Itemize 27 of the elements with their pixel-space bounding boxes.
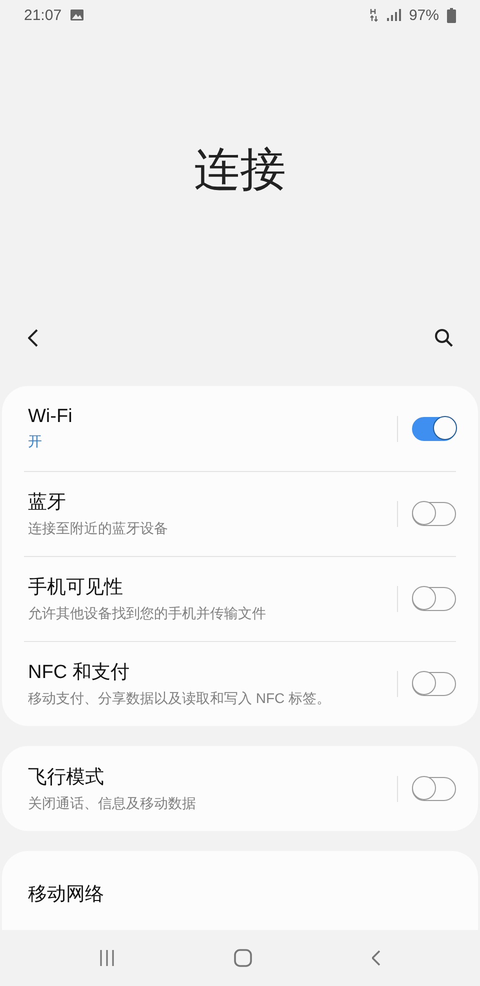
setting-status: 开 xyxy=(28,433,43,451)
setting-title[interactable]: Wi-Fi xyxy=(28,406,397,428)
setting-title[interactable]: 手机可见性 xyxy=(28,574,397,600)
recent-apps-button[interactable] xyxy=(100,950,114,966)
status-time: 21:07 xyxy=(24,6,62,24)
setting-summary: 允许其他设备找到您的手机并传输文件 xyxy=(28,605,267,623)
setting-summary: 关闭通话、信息及移动数据 xyxy=(28,795,197,813)
search-button[interactable] xyxy=(434,328,454,348)
battery-icon xyxy=(447,8,456,22)
setting-title[interactable]: 飞行模式 xyxy=(28,764,397,790)
toggle-switch[interactable] xyxy=(412,502,456,526)
home-button[interactable] xyxy=(232,948,253,968)
data-transfer-icon xyxy=(368,8,379,22)
setting-summary: 连接至附近的蓝牙设备 xyxy=(28,520,169,538)
setting-title[interactable]: NFC 和支付 xyxy=(28,659,397,685)
page-title: 连接 xyxy=(194,142,286,197)
setting-summary: 移动支付、分享数据以及读取和写入 NFC 标签。 xyxy=(28,690,332,708)
toggle-switch[interactable] xyxy=(412,586,456,610)
toggle-switch[interactable] xyxy=(412,776,456,800)
setting-title[interactable]: 蓝牙 xyxy=(28,489,397,515)
signal-icon xyxy=(386,9,401,21)
toggle-switch[interactable] xyxy=(412,416,456,440)
toggle-switch[interactable] xyxy=(412,672,456,696)
image-icon xyxy=(70,9,84,21)
battery-percent: 97% xyxy=(408,6,439,24)
back-nav-button[interactable] xyxy=(372,950,380,966)
back-button[interactable] xyxy=(28,329,38,347)
